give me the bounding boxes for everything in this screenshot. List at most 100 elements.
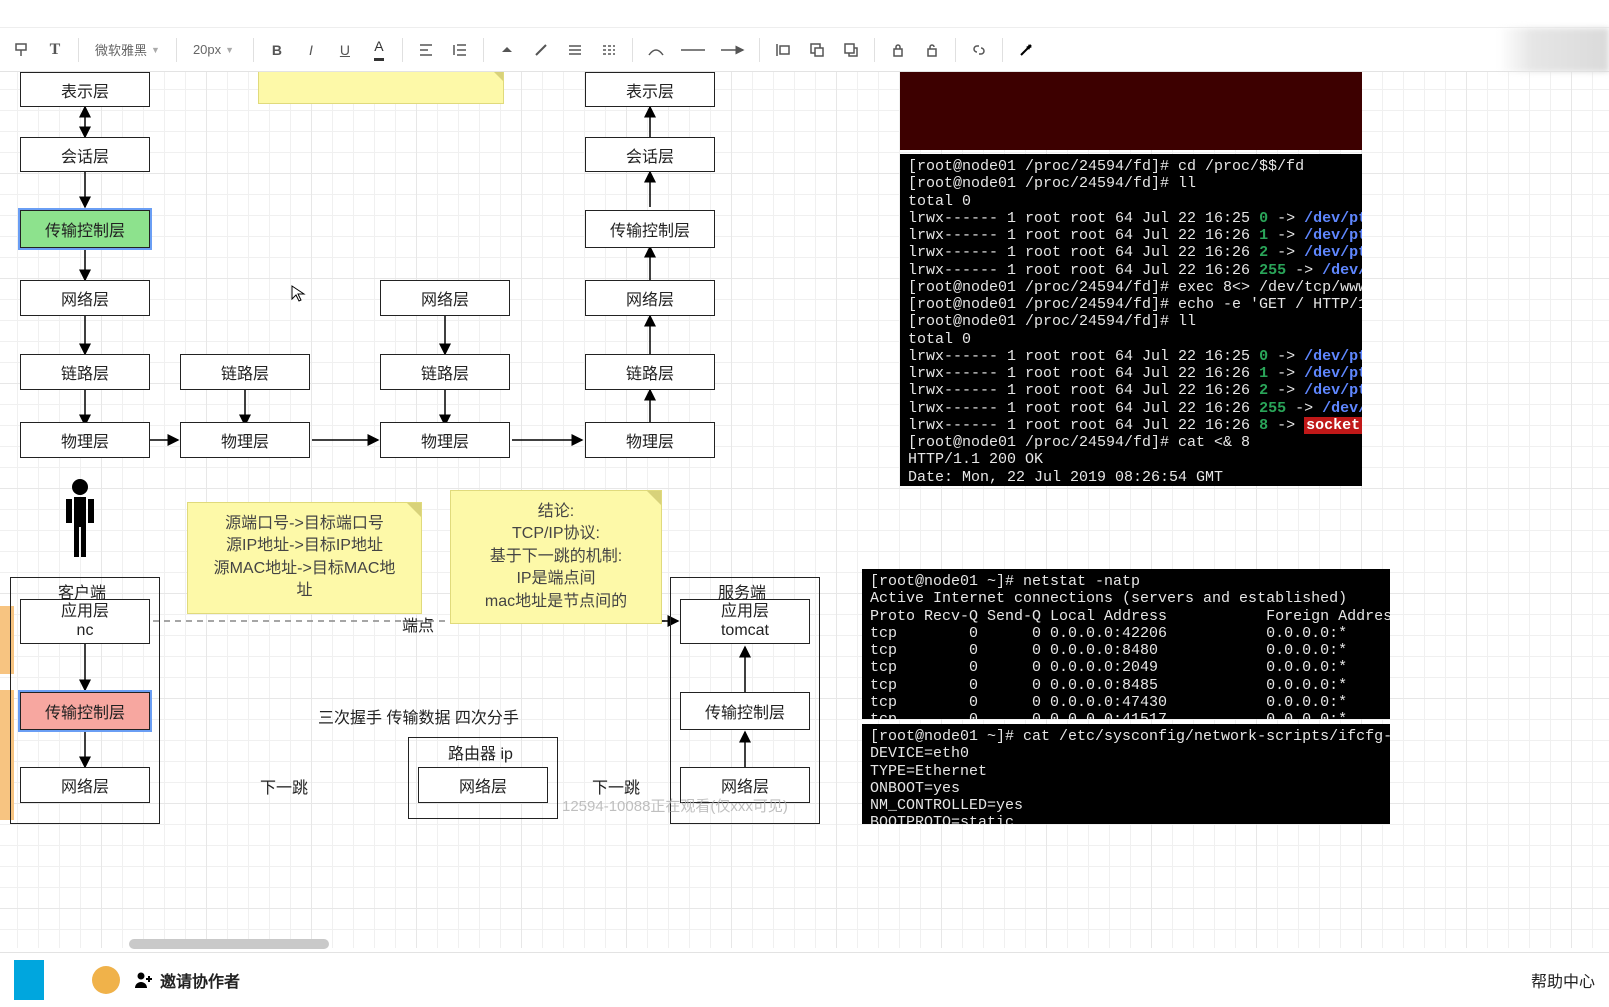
box-label: 链路层 <box>626 360 674 384</box>
toolbar: T 微软雅黑 ▼ 20px ▼ B I U A <box>0 28 1609 72</box>
box-label: 传输控制层 <box>45 699 125 723</box>
box-label: 网络层 <box>421 286 469 310</box>
note-line: 基于下一跳的机制: <box>469 546 643 568</box>
box-transport-left[interactable]: 传输控制层 <box>20 210 150 248</box>
format-painter-icon[interactable] <box>6 35 36 65</box>
terminal-3[interactable]: [root@node01 ~]# cat /etc/sysconfig/netw… <box>862 724 1390 824</box>
box-physical-left[interactable]: 物理层 <box>20 422 150 458</box>
box-presentation-right[interactable]: 表示层 <box>585 72 715 107</box>
box-client-transport[interactable]: 传输控制层 <box>20 692 150 730</box>
unlock-button[interactable] <box>917 35 947 65</box>
invite-label: 邀请协作者 <box>160 968 240 992</box>
footer-color-box[interactable] <box>14 960 44 1000</box>
horizontal-scrollbar[interactable] <box>34 939 434 949</box>
font-size-select[interactable]: 20px ▼ <box>185 35 245 65</box>
box-label: 应用层 <box>61 603 109 621</box>
box-physical-mid[interactable]: 物理层 <box>180 422 310 458</box>
magic-button[interactable] <box>1011 35 1041 65</box>
arrow-line-button[interactable] <box>715 35 751 65</box>
box-label: 链路层 <box>421 360 469 384</box>
sticky-note-1[interactable]: 源端口号->目标端口号 源IP地址->目标IP地址 源MAC地址->目标MAC地… <box>187 502 422 614</box>
italic-button[interactable]: I <box>296 35 326 65</box>
terminal-2[interactable]: [root@node01 ~]# netstat -natp Active In… <box>862 569 1390 719</box>
box-router-network[interactable]: 网络层 <box>418 767 548 803</box>
window-titlebar <box>0 0 1609 28</box>
box-transport-right[interactable]: 传输控制层 <box>585 210 715 248</box>
note-line: mac地址是节点间的 <box>469 591 643 613</box>
diagram-canvas[interactable]: 表示层 会话层 传输控制层 网络层 链路层 物理层 链路层 物理层 网络层 链路… <box>0 72 1609 948</box>
terminal-1[interactable]: [root@node01 /proc/24594/fd]# cd /proc/$… <box>900 154 1362 486</box>
box-datalink-right[interactable]: 链路层 <box>585 354 715 390</box>
box-network-right[interactable]: 网络层 <box>585 280 715 316</box>
box-label: 网络层 <box>626 286 674 310</box>
sticky-note-top[interactable] <box>258 72 504 104</box>
box-label: 应用层 <box>721 603 769 621</box>
line-button[interactable] <box>675 35 711 65</box>
box-label: 物理层 <box>61 428 109 452</box>
underline-button[interactable]: U <box>330 35 360 65</box>
box-label: 链路层 <box>61 360 109 384</box>
box-network-mid2[interactable]: 网络层 <box>380 280 510 316</box>
box-session-right[interactable]: 会话层 <box>585 137 715 172</box>
box-server-transport[interactable]: 传输控制层 <box>680 692 810 730</box>
curve-line-button[interactable] <box>641 35 671 65</box>
box-label: 网络层 <box>61 286 109 310</box>
footer-bar: 邀请协作者 帮助中心 <box>0 952 1609 1007</box>
font-family-select[interactable]: 微软雅黑 ▼ <box>87 35 168 65</box>
border-style-button[interactable] <box>560 35 590 65</box>
next-hop-label-1: 下一跳 <box>260 774 308 798</box>
note-line: 源MAC地址->目标MAC地址 <box>206 558 403 603</box>
box-client-network[interactable]: 网络层 <box>20 767 150 803</box>
endpoint-label: 端点 <box>402 612 434 636</box>
line-height-button[interactable] <box>445 35 475 65</box>
box-label: 表示层 <box>61 78 109 102</box>
box-label: nc <box>77 622 94 640</box>
handshake-label: 三次握手 传输数据 四次分手 <box>318 704 519 728</box>
bold-button[interactable]: B <box>262 35 292 65</box>
avatar[interactable] <box>92 966 120 994</box>
note-line: TCP/IP协议: <box>469 523 643 545</box>
box-network-left[interactable]: 网络层 <box>20 280 150 316</box>
scrollbar-thumb[interactable] <box>129 939 329 949</box>
text-tool-icon[interactable]: T <box>40 35 70 65</box>
stroke-color-button[interactable] <box>526 35 556 65</box>
align-objects-button[interactable] <box>768 35 798 65</box>
box-label: 会话层 <box>61 143 109 167</box>
box-session-left[interactable]: 会话层 <box>20 137 150 172</box>
box-client-app[interactable]: 应用层 nc <box>20 599 150 644</box>
dashed-style-button[interactable] <box>594 35 624 65</box>
box-label: 网络层 <box>459 773 507 797</box>
chevron-down-icon: ▼ <box>151 45 160 55</box>
link-button[interactable] <box>964 35 994 65</box>
note-line: 结论: <box>469 501 643 523</box>
send-back-button[interactable] <box>836 35 866 65</box>
note-line: IP是端点间 <box>469 568 643 590</box>
box-label: 链路层 <box>221 360 269 384</box>
box-label: tomcat <box>721 622 769 640</box>
box-label: 会话层 <box>626 143 674 167</box>
server-title: 服务端 <box>718 579 766 603</box>
align-button[interactable] <box>411 35 441 65</box>
sticky-note-2[interactable]: 结论: TCP/IP协议: 基于下一跳的机制: IP是端点间 mac地址是节点间… <box>450 490 662 624</box>
note-line: 源端口号->目标端口号 <box>206 513 403 535</box>
box-physical-right[interactable]: 物理层 <box>585 422 715 458</box>
lock-button[interactable] <box>883 35 913 65</box>
box-datalink-mid2[interactable]: 链路层 <box>380 354 510 390</box>
invite-collaborator-button[interactable]: 邀请协作者 <box>134 968 240 992</box>
box-presentation-left[interactable]: 表示层 <box>20 72 150 107</box>
font-color-button[interactable]: A <box>364 35 394 65</box>
font-family-label: 微软雅黑 <box>95 40 147 59</box>
box-label: 表示层 <box>626 78 674 102</box>
fill-color-button[interactable] <box>492 35 522 65</box>
bring-front-button[interactable] <box>802 35 832 65</box>
box-datalink-left[interactable]: 链路层 <box>20 354 150 390</box>
toolbar-blur-region <box>1499 28 1609 72</box>
box-server-app[interactable]: 应用层 tomcat <box>680 599 810 644</box>
note-line: 源IP地址->目标IP地址 <box>206 535 403 557</box>
box-label: 物理层 <box>221 428 269 452</box>
help-center-link[interactable]: 帮助中心 <box>1531 968 1595 992</box>
client-title: 客户端 <box>58 579 106 603</box>
box-label: 传输控制层 <box>45 217 125 241</box>
box-physical-mid2[interactable]: 物理层 <box>380 422 510 458</box>
box-datalink-mid[interactable]: 链路层 <box>180 354 310 390</box>
